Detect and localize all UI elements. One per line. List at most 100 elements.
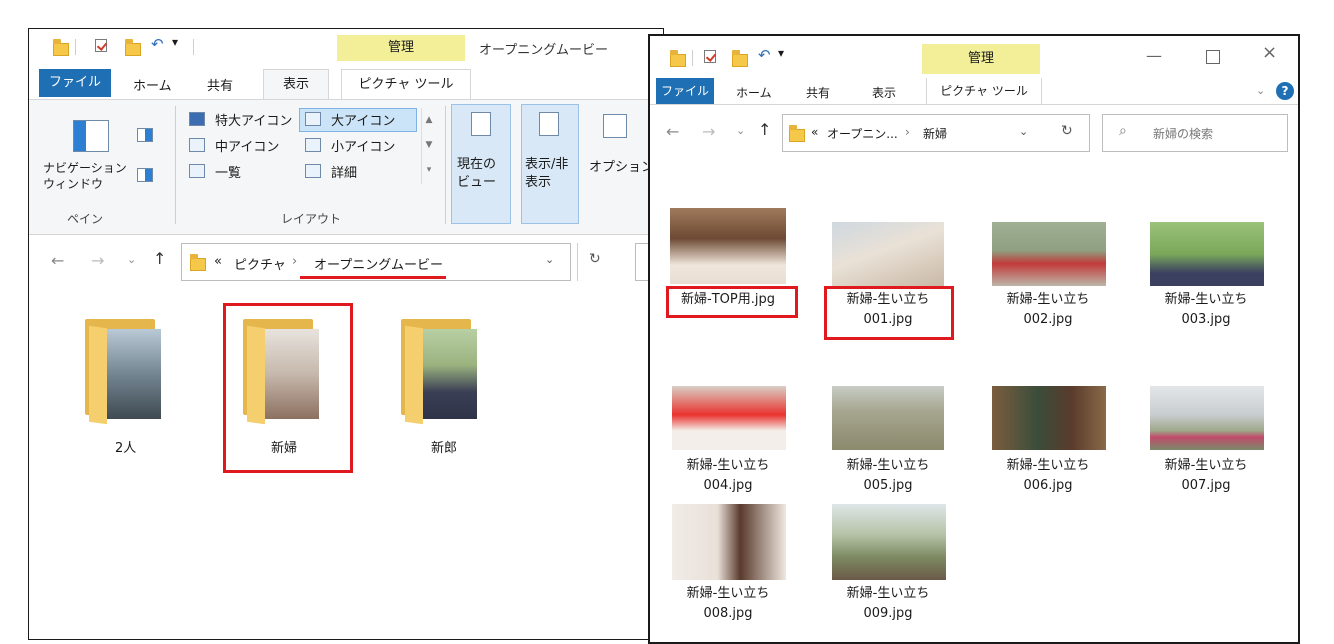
thumbnail-002[interactable]	[992, 222, 1106, 286]
search-box[interactable]: ⌕ 新婦の検索	[1102, 114, 1288, 152]
maximize-button[interactable]	[1206, 50, 1220, 64]
layout-list[interactable]: 一覧	[215, 162, 241, 181]
thumbnail-top[interactable]	[670, 208, 786, 284]
file-005-line1[interactable]: 新婦-生い立ち	[818, 456, 958, 476]
new-folder-icon[interactable]	[732, 50, 748, 67]
close-button[interactable]: ×	[1262, 42, 1277, 63]
up-arrow-icon[interactable]: ↑	[153, 249, 166, 268]
back-arrow-icon[interactable]: ←	[666, 122, 679, 141]
back-arrow-icon[interactable]: ←	[51, 251, 64, 270]
file-006-line2[interactable]: 006.jpg	[978, 476, 1118, 496]
address-dropdown-icon[interactable]: ⌄	[545, 253, 554, 266]
file-003-line1[interactable]: 新婦-生い立ち	[1136, 290, 1276, 310]
tab-file[interactable]: ファイル	[656, 78, 714, 104]
folder-shinro[interactable]	[401, 319, 487, 425]
breadcrumb-pictures[interactable]: ピクチャ	[234, 254, 286, 273]
file-007-line2[interactable]: 007.jpg	[1136, 476, 1276, 496]
thumbnail-008[interactable]	[672, 504, 786, 580]
list-icon	[189, 164, 205, 178]
help-icon[interactable]: ?	[1276, 82, 1294, 100]
file-008-line2[interactable]: 008.jpg	[658, 604, 798, 624]
navigation-pane-button[interactable]: ナビゲーション ウィンドウ	[43, 160, 127, 192]
tab-home[interactable]: ホーム	[736, 84, 772, 101]
medium-icons-icon	[189, 138, 205, 152]
breadcrumb-opening-movie[interactable]: オープニングムービー	[314, 254, 443, 273]
layout-details[interactable]: 詳細	[331, 162, 357, 181]
window-title: オープニングムービー	[479, 43, 608, 58]
layout-group-label: レイアウト	[281, 212, 342, 226]
thumbnail-007[interactable]	[1150, 386, 1264, 450]
breadcrumb-separator: ›	[905, 125, 910, 139]
folder-icon	[190, 254, 206, 271]
refresh-icon[interactable]: ↻	[589, 251, 601, 267]
file-008-line1[interactable]: 新婦-生い立ち	[658, 584, 798, 604]
tab-view[interactable]: 表示	[263, 69, 329, 100]
properties-checkmark-icon[interactable]	[95, 39, 107, 52]
file-009-line2[interactable]: 009.jpg	[818, 604, 958, 624]
file-004-line1[interactable]: 新婦-生い立ち	[658, 456, 798, 476]
folder-label-shinro[interactable]: 新郎	[431, 437, 457, 456]
navigation-pane-icon[interactable]	[73, 120, 109, 152]
address-dropdown-icon[interactable]: ⌄	[1019, 125, 1028, 138]
tab-view[interactable]: 表示	[872, 84, 896, 101]
manage-context-label: 管理	[922, 44, 1040, 74]
file-003-line2[interactable]: 003.jpg	[1136, 310, 1276, 330]
minimize-button[interactable]: —	[1146, 46, 1162, 65]
quick-access-dropdown-icon[interactable]: ▾	[778, 46, 784, 60]
refresh-icon[interactable]: ↻	[1061, 123, 1073, 139]
thumbnail-003[interactable]	[1150, 222, 1264, 286]
undo-icon[interactable]: ↶	[758, 46, 771, 64]
thumbnail-006[interactable]	[992, 386, 1106, 450]
file-004-line2[interactable]: 004.jpg	[658, 476, 798, 496]
breadcrumb-shinpu[interactable]: 新婦	[923, 125, 947, 142]
undo-icon[interactable]: ↶	[151, 35, 164, 53]
details-pane-icon[interactable]	[137, 168, 153, 182]
file-007-line1[interactable]: 新婦-生い立ち	[1136, 456, 1276, 476]
folder-icon	[789, 125, 805, 142]
forward-arrow-icon[interactable]: →	[91, 251, 104, 270]
preview-pane-icon[interactable]	[137, 128, 153, 142]
tab-picture-tools[interactable]: ピクチャ ツール	[926, 78, 1042, 105]
up-arrow-icon[interactable]: ↑	[758, 120, 771, 139]
layout-large-icons[interactable]: 大アイコン	[331, 110, 395, 129]
forward-arrow-icon[interactable]: →	[702, 122, 715, 141]
tab-home[interactable]: ホーム	[133, 75, 172, 94]
layout-extra-large-icons[interactable]: 特大アイコン	[215, 110, 292, 129]
thumbnail-001[interactable]	[832, 222, 944, 286]
tab-file[interactable]: ファイル	[39, 69, 111, 97]
pane-group-label: ペイン	[67, 212, 104, 226]
properties-checkmark-icon[interactable]	[704, 50, 716, 63]
breadcrumb-overflow[interactable]: «	[811, 125, 818, 139]
file-002-line2[interactable]: 002.jpg	[978, 310, 1118, 330]
thumbnail-009[interactable]	[832, 504, 946, 580]
new-folder-icon[interactable]	[125, 39, 141, 56]
thumbnail-005[interactable]	[832, 386, 944, 450]
breadcrumb-opening[interactable]: オープニン...	[827, 125, 898, 142]
file-006-line1[interactable]: 新婦-生い立ち	[978, 456, 1118, 476]
file-009-line1[interactable]: 新婦-生い立ち	[818, 584, 958, 604]
layout-medium-icons[interactable]: 中アイコン	[215, 136, 279, 155]
breadcrumb-overflow[interactable]: «	[214, 254, 222, 269]
folder-2nin[interactable]	[85, 319, 171, 425]
recent-locations-icon[interactable]: ⌄	[127, 253, 136, 266]
recent-locations-icon[interactable]: ⌄	[736, 124, 745, 137]
gallery-scroll[interactable]: ▲ ▼ ▾	[421, 108, 436, 184]
explorer-window-opening-movie: ↶ ▾ 管理 オープニングムービー ファイル ホーム 共有 表示 ピクチャ ツー…	[28, 28, 664, 640]
highlight-underline	[300, 276, 446, 279]
options-button[interactable]: オプション	[589, 156, 654, 175]
search-icon: ⌕	[1119, 123, 1127, 139]
tab-share[interactable]: 共有	[207, 75, 233, 94]
tab-picture-tools[interactable]: ピクチャ ツール	[341, 69, 471, 100]
file-002-line1[interactable]: 新婦-生い立ち	[978, 290, 1118, 310]
folder-label-2nin[interactable]: 2人	[115, 437, 136, 456]
layout-small-icons[interactable]: 小アイコン	[331, 136, 395, 155]
quick-access-dropdown-icon[interactable]: ▾	[172, 35, 178, 49]
explorer-window-shinpu: ↶ ▾ 管理 — × ファイル ホーム 共有 表示 ピクチャ ツール ⌄ ? ←…	[648, 34, 1300, 644]
tab-share[interactable]: 共有	[806, 84, 830, 101]
address-bar[interactable]: « ピクチャ › オープニングムービー	[181, 243, 571, 281]
expand-ribbon-icon[interactable]: ⌄	[1256, 84, 1265, 97]
highlight-box-001	[824, 286, 954, 340]
file-005-line2[interactable]: 005.jpg	[818, 476, 958, 496]
thumbnail-004[interactable]	[672, 386, 786, 450]
address-bar[interactable]: « オープニン... › 新婦 ⌄ ↻	[782, 114, 1090, 152]
